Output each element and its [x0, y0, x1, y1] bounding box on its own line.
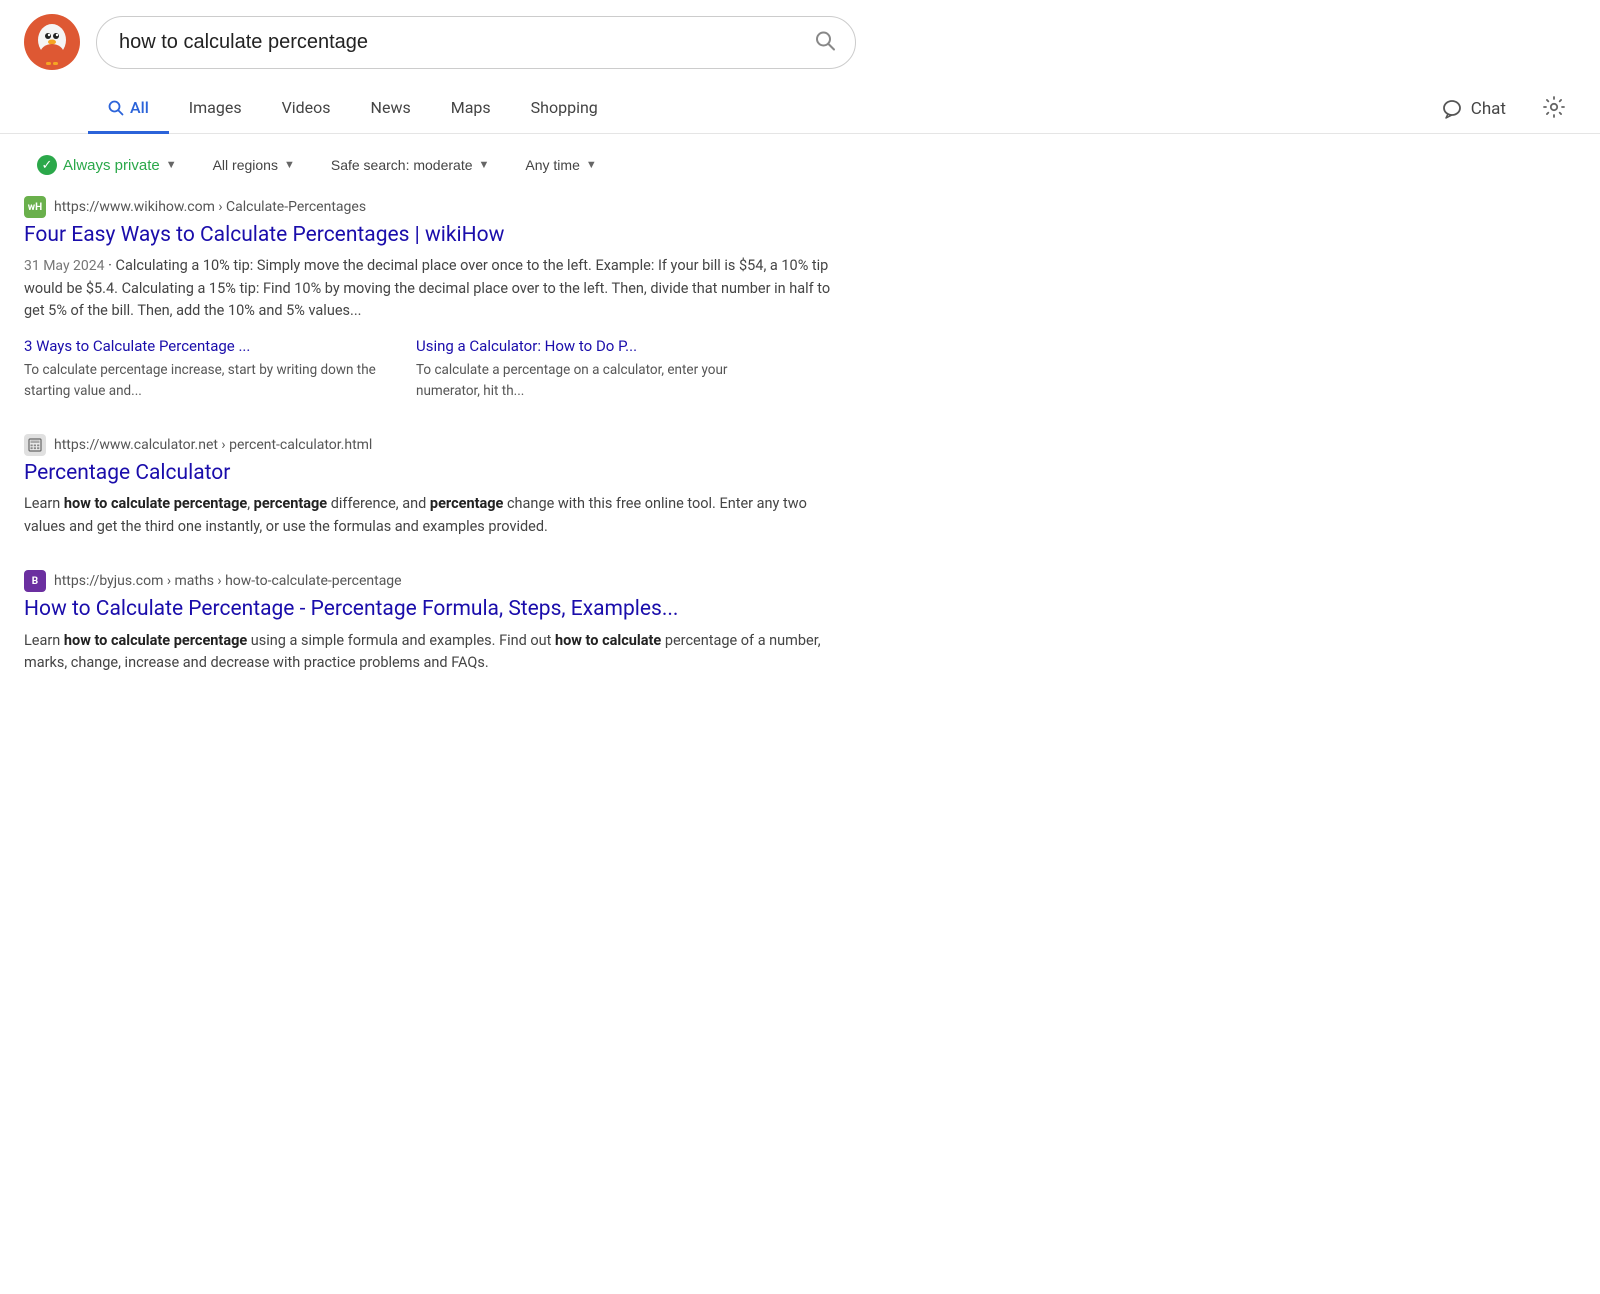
- favicon: wH: [24, 196, 46, 218]
- favicon: B: [24, 570, 46, 592]
- sub-link-snippet: To calculate percentage increase, start …: [24, 362, 376, 400]
- result-item: wH https://www.wikihow.com › Calculate-P…: [24, 196, 836, 402]
- gear-icon: [1542, 95, 1566, 119]
- result-date: 31 May 2024: [24, 258, 105, 274]
- tab-videos[interactable]: Videos: [262, 84, 351, 134]
- favicon: [24, 434, 46, 456]
- result-url-row: B https://byjus.com › maths › how-to-cal…: [24, 570, 836, 592]
- chevron-down-icon: ▼: [166, 159, 177, 171]
- nav-tabs: All Images Videos News Maps Shopping Cha…: [0, 84, 1600, 134]
- results-container: wH https://www.wikihow.com › Calculate-P…: [0, 196, 860, 675]
- result-url: https://www.calculator.net › percent-cal…: [54, 437, 372, 453]
- sub-links: 3 Ways to Calculate Percentage ... To ca…: [24, 337, 836, 402]
- result-url-row: wH https://www.wikihow.com › Calculate-P…: [24, 196, 836, 218]
- result-title[interactable]: Percentage Calculator: [24, 460, 836, 487]
- search-input[interactable]: how to calculate percentage: [96, 16, 856, 69]
- result-item: https://www.calculator.net › percent-cal…: [24, 434, 836, 538]
- search-icon: [108, 100, 124, 116]
- result-url: https://byjus.com › maths › how-to-calcu…: [54, 573, 402, 589]
- time-filter[interactable]: Any time ▼: [512, 150, 609, 180]
- tab-maps[interactable]: Maps: [431, 84, 511, 134]
- result-snippet: Learn how to calculate percentage using …: [24, 630, 836, 675]
- nav-right: Chat: [1427, 85, 1576, 133]
- filters-bar: ✓ Always private ▼ All regions ▼ Safe se…: [0, 134, 1600, 196]
- tab-shopping[interactable]: Shopping: [511, 84, 618, 134]
- result-snippet: Learn how to calculate percentage, perce…: [24, 493, 836, 538]
- chat-icon: [1441, 98, 1463, 120]
- settings-button[interactable]: [1532, 85, 1576, 133]
- result-url-row: https://www.calculator.net › percent-cal…: [24, 434, 836, 456]
- result-url: https://www.wikihow.com › Calculate-Perc…: [54, 199, 366, 215]
- safe-search-filter[interactable]: Safe search: moderate ▼: [318, 150, 503, 180]
- sub-link-title[interactable]: 3 Ways to Calculate Percentage ...: [24, 337, 384, 355]
- chevron-down-icon: ▼: [284, 159, 295, 171]
- result-title[interactable]: How to Calculate Percentage - Percentage…: [24, 596, 836, 623]
- nav-left: All Images Videos News Maps Shopping: [88, 84, 1427, 133]
- search-button[interactable]: [810, 26, 840, 59]
- tab-news[interactable]: News: [351, 84, 431, 134]
- sub-link-item: Using a Calculator: How to Do P... To ca…: [416, 337, 776, 402]
- sub-link-snippet: To calculate a percentage on a calculato…: [416, 362, 728, 400]
- chevron-down-icon: ▼: [479, 159, 490, 171]
- header: how to calculate percentage: [0, 0, 1600, 84]
- sub-link-title[interactable]: Using a Calculator: How to Do P...: [416, 337, 776, 355]
- tab-images[interactable]: Images: [169, 84, 262, 134]
- tab-all[interactable]: All: [88, 84, 169, 134]
- check-icon: ✓: [37, 155, 57, 175]
- calculator-icon: [28, 438, 42, 452]
- chat-button[interactable]: Chat: [1427, 88, 1520, 130]
- result-item: B https://byjus.com › maths › how-to-cal…: [24, 570, 836, 674]
- privacy-filter[interactable]: ✓ Always private ▼: [24, 148, 190, 182]
- sub-link-item: 3 Ways to Calculate Percentage ... To ca…: [24, 337, 384, 402]
- result-title[interactable]: Four Easy Ways to Calculate Percentages …: [24, 222, 836, 249]
- chevron-down-icon: ▼: [586, 159, 597, 171]
- search-bar-wrapper: how to calculate percentage: [96, 16, 856, 69]
- logo[interactable]: [24, 14, 80, 70]
- result-snippet: 31 May 2024 · Calculating a 10% tip: Sim…: [24, 255, 836, 323]
- regions-filter[interactable]: All regions ▼: [200, 150, 308, 180]
